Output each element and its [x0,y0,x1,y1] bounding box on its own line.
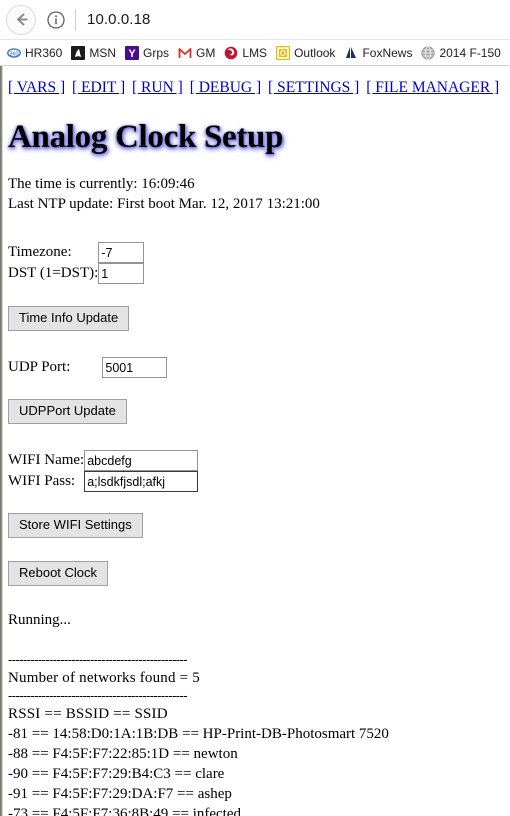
svg-text:O: O [280,49,286,58]
timezone-input[interactable] [98,242,145,263]
page-viewport: [ VARS ] [ EDIT ] [ RUN ] [ DEBUG ] [ SE… [0,66,510,816]
msn-favicon [71,45,86,60]
separator-line-bottom: ----------------------------------------… [8,688,188,703]
nav-links: [ VARS ] [ EDIT ] [ RUN ] [ DEBUG ] [ SE… [8,74,510,97]
udp-port-label: UDP Port: [8,359,71,375]
nav-link-run[interactable]: [ RUN ] [132,79,183,96]
wifi-pass-input[interactable] [84,471,199,492]
nav-link-edit[interactable]: [ EDIT ] [72,79,125,96]
bookmark-outlook[interactable]: O Outlook [276,45,336,60]
back-button[interactable] [6,4,36,35]
udp-port-update-button[interactable]: UDPPort Update [8,399,127,424]
network-row: -90 == F4:5F:F7:29:B4:C3 == clare [8,766,225,782]
store-wifi-settings-button[interactable]: Store WIFI Settings [8,513,143,538]
svg-text:Y: Y [128,48,136,60]
nav-link-debug[interactable]: [ DEBUG ] [190,79,261,96]
lms-favicon [225,46,238,59]
bookmark-label: GM [196,45,216,60]
site-info-icon[interactable] [46,10,66,30]
network-row: -91 == F4:5F:F7:29:DA:F7 == ashep [8,786,232,802]
networks-found-text: Number of networks found = 5 [8,670,200,686]
bookmark-foxnews[interactable]: FoxNews [344,45,413,60]
networks-list: -81 == 14:58:D0:1A:1B:DB == HP-Print-DB-… [8,724,510,816]
networks-table-header: RSSI == BSSID == SSID [8,706,168,722]
bookmark-lms[interactable]: LMS [224,46,267,60]
window-left-edge [0,66,3,816]
timezone-row: Timezone: [8,242,145,263]
status-text: Running... [8,612,71,628]
wifi-name-input[interactable] [84,450,199,471]
dst-row: DST (1=DST): [8,263,145,284]
udp-port-row: UDP Port: [8,357,168,378]
browser-chrome: 10.0.0.18 360 HR360 MSN Y Grps GM LMS O … [0,0,510,66]
udp-port-input[interactable] [102,357,168,378]
time-settings-form: Timezone: DST (1=DST): [8,242,145,284]
nav-link-vars[interactable]: [ VARS ] [8,79,65,96]
bookmark-grps[interactable]: Y Grps [125,45,170,60]
reboot-clock-button[interactable]: Reboot Clock [8,561,109,586]
current-time-text: The time is currently: 16:09:46 [8,176,195,192]
wifi-form: WIFI Name: WIFI Pass: [8,450,199,492]
bookmark-label: LMS [242,45,268,60]
url-separator [75,8,76,31]
address-bar-url[interactable]: 10.0.0.18 [87,11,150,28]
network-row: -81 == 14:58:D0:1A:1B:DB == HP-Print-DB-… [8,726,389,742]
wifi-pass-label: WIFI Pass: [8,473,76,489]
bookmark-label: Grps [143,45,170,60]
gmail-favicon [178,45,193,60]
separator-line-top: ----------------------------------------… [8,652,188,667]
dst-label: DST (1=DST): [8,265,99,281]
globe-favicon [421,45,436,60]
wifi-name-row: WIFI Name: [8,450,199,471]
yahoo-favicon: Y [125,45,140,60]
hr360-favicon: 360 [7,45,21,60]
bookmark-label: HR360 [25,45,63,60]
bookmark-2014-f-150[interactable]: 2014 F-150 [421,45,501,60]
wifi-name-label: WIFI Name: [8,452,85,468]
nav-link-file-manager[interactable]: [ FILE MANAGER ] [366,79,499,96]
network-row: -73 == F4:5F:F7:36:8B:49 == infected [8,806,242,816]
foxnews-favicon [344,45,359,60]
udp-form: UDP Port: [8,357,168,378]
browser-toolbar: 10.0.0.18 [0,0,510,40]
wifi-pass-row: WIFI Pass: [8,471,199,492]
bookmark-label: MSN [89,45,117,60]
bookmarks-bar: 360 HR360 MSN Y Grps GM LMS O Outlook Fo… [0,40,510,65]
page-content: [ VARS ] [ EDIT ] [ RUN ] [ DEBUG ] [ SE… [0,66,510,816]
dst-input[interactable] [98,263,145,284]
bookmark-msn[interactable]: MSN [71,45,117,60]
nav-link-settings[interactable]: [ SETTINGS ] [268,79,359,96]
bookmark-gm[interactable]: GM [178,45,216,60]
bookmark-label: FoxNews [362,45,413,60]
last-ntp-update-text: Last NTP update: First boot Mar. 12, 201… [8,196,320,212]
time-info-update-button[interactable]: Time Info Update [8,306,130,331]
bookmark-label: Outlook [294,45,336,60]
page-title: Analog Clock Setup [8,119,284,155]
outlook-favicon: O [276,45,291,60]
bookmark-hr360[interactable]: 360 HR360 [7,45,63,60]
network-row: -88 == F4:5F:F7:22:85:1D == newton [8,746,238,762]
back-arrow-icon [16,13,27,26]
svg-text:360: 360 [9,51,18,57]
timezone-label: Timezone: [8,244,72,260]
bookmark-label: 2014 F-150 [439,45,501,60]
